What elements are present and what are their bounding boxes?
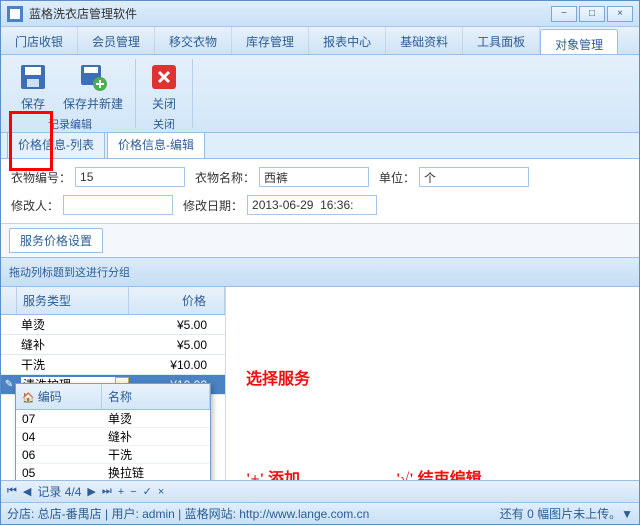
ribbon: 保存 保存并新建 记录编辑 关闭 关闭 <box>1 55 639 133</box>
save-button[interactable]: 保存 <box>13 59 53 114</box>
menu-basedata[interactable]: 基础资料 <box>386 27 463 54</box>
close-window-button[interactable]: × <box>607 6 633 22</box>
dd-col-code[interactable]: 🏠 编码 <box>16 384 102 409</box>
section-service-price: 服务价格设置 <box>9 228 103 253</box>
annot-add: '+' 添加 <box>246 465 300 480</box>
save-icon <box>17 61 49 93</box>
label-unit: 单位： <box>379 169 415 186</box>
input-unit[interactable] <box>419 167 529 187</box>
dd-row[interactable]: 04缝补 <box>16 428 210 446</box>
label-name: 衣物名称： <box>195 169 255 186</box>
table-row[interactable]: 缝补¥5.00 <box>1 335 225 355</box>
menu-tools[interactable]: 工具面板 <box>463 27 540 54</box>
tab-price-list[interactable]: 价格信息-列表 <box>7 130 105 158</box>
input-moddate[interactable] <box>247 195 377 215</box>
ribbon-group-close: 关闭 <box>153 114 175 132</box>
maximize-button[interactable]: □ <box>579 6 605 22</box>
close-icon <box>148 61 180 93</box>
dd-col-name[interactable]: 名称 <box>102 384 210 409</box>
record-navigator: ⏮ ◀ 记录 4/4 ▶ ⏭ + − ✓ × <box>1 480 639 502</box>
ribbon-group-edit: 记录编辑 <box>48 114 92 132</box>
menu-object[interactable]: 对象管理 <box>540 29 618 54</box>
input-modby[interactable] <box>63 195 173 215</box>
tab-price-edit[interactable]: 价格信息-编辑 <box>107 130 205 158</box>
menu-inventory[interactable]: 库存管理 <box>232 27 309 54</box>
status-bar: 分店: 总店-番禺店 | 用户: admin | 蓝格网站: http://ww… <box>1 502 639 524</box>
col-price[interactable]: 价格 <box>129 287 225 314</box>
menu-report[interactable]: 报表中心 <box>309 27 386 54</box>
table-row[interactable]: 干洗¥10.00 <box>1 355 225 375</box>
edit-form: 衣物编号： 衣物名称： 单位： 修改人： 修改日期： <box>1 159 639 224</box>
nav-cancel[interactable]: × <box>158 486 164 498</box>
save-new-icon <box>77 61 109 93</box>
app-icon <box>7 6 23 22</box>
save-new-button[interactable]: 保存并新建 <box>59 59 127 114</box>
nav-last[interactable]: ⏭ <box>102 485 112 498</box>
input-code[interactable] <box>75 167 185 187</box>
input-name[interactable] <box>259 167 369 187</box>
col-service[interactable]: 服务类型 <box>17 287 129 314</box>
status-left: 分店: 总店-番禺店 | 用户: admin | 蓝格网站: http://ww… <box>7 505 369 522</box>
minimize-button[interactable]: − <box>551 6 577 22</box>
dd-row[interactable]: 05换拉链 <box>16 464 210 480</box>
label-moddate: 修改日期： <box>183 197 243 214</box>
menu-member[interactable]: 会员管理 <box>78 27 155 54</box>
nav-next[interactable]: ▶ <box>87 485 95 498</box>
nav-prev[interactable]: ◀ <box>23 485 31 498</box>
label-code: 衣物编号： <box>11 169 71 186</box>
nav-delete[interactable]: − <box>130 486 136 498</box>
close-button[interactable]: 关闭 <box>144 59 184 114</box>
table-row[interactable]: 单烫¥5.00 <box>1 315 225 335</box>
menu-cashier[interactable]: 门店收银 <box>1 27 78 54</box>
group-panel[interactable]: 拖动列标题到这进行分组 <box>1 257 639 287</box>
nav-add[interactable]: + <box>118 486 124 498</box>
nav-position: 记录 4/4 <box>37 483 81 500</box>
main-menu: 门店收银 会员管理 移交衣物 库存管理 报表中心 基础资料 工具面板 对象管理 <box>1 27 639 55</box>
service-dropdown: 🏠 编码 名称 07单烫 04缝补 06干洗 05换拉链 03加固扣子 02清洗… <box>15 383 211 480</box>
dd-row[interactable]: 06干洗 <box>16 446 210 464</box>
status-right[interactable]: 还有 0 幅图片未上传。▼ <box>500 505 633 522</box>
menu-transfer[interactable]: 移交衣物 <box>155 27 232 54</box>
nav-first[interactable]: ⏮ <box>7 485 17 498</box>
dd-row[interactable]: 07单烫 <box>16 410 210 428</box>
window-title: 蓝格洗衣店管理软件 <box>29 5 551 22</box>
annot-done: '√' 结束编辑 <box>396 465 482 480</box>
annot-select: 选择服务 <box>246 365 310 389</box>
label-modby: 修改人： <box>11 197 59 214</box>
nav-commit[interactable]: ✓ <box>143 485 152 498</box>
